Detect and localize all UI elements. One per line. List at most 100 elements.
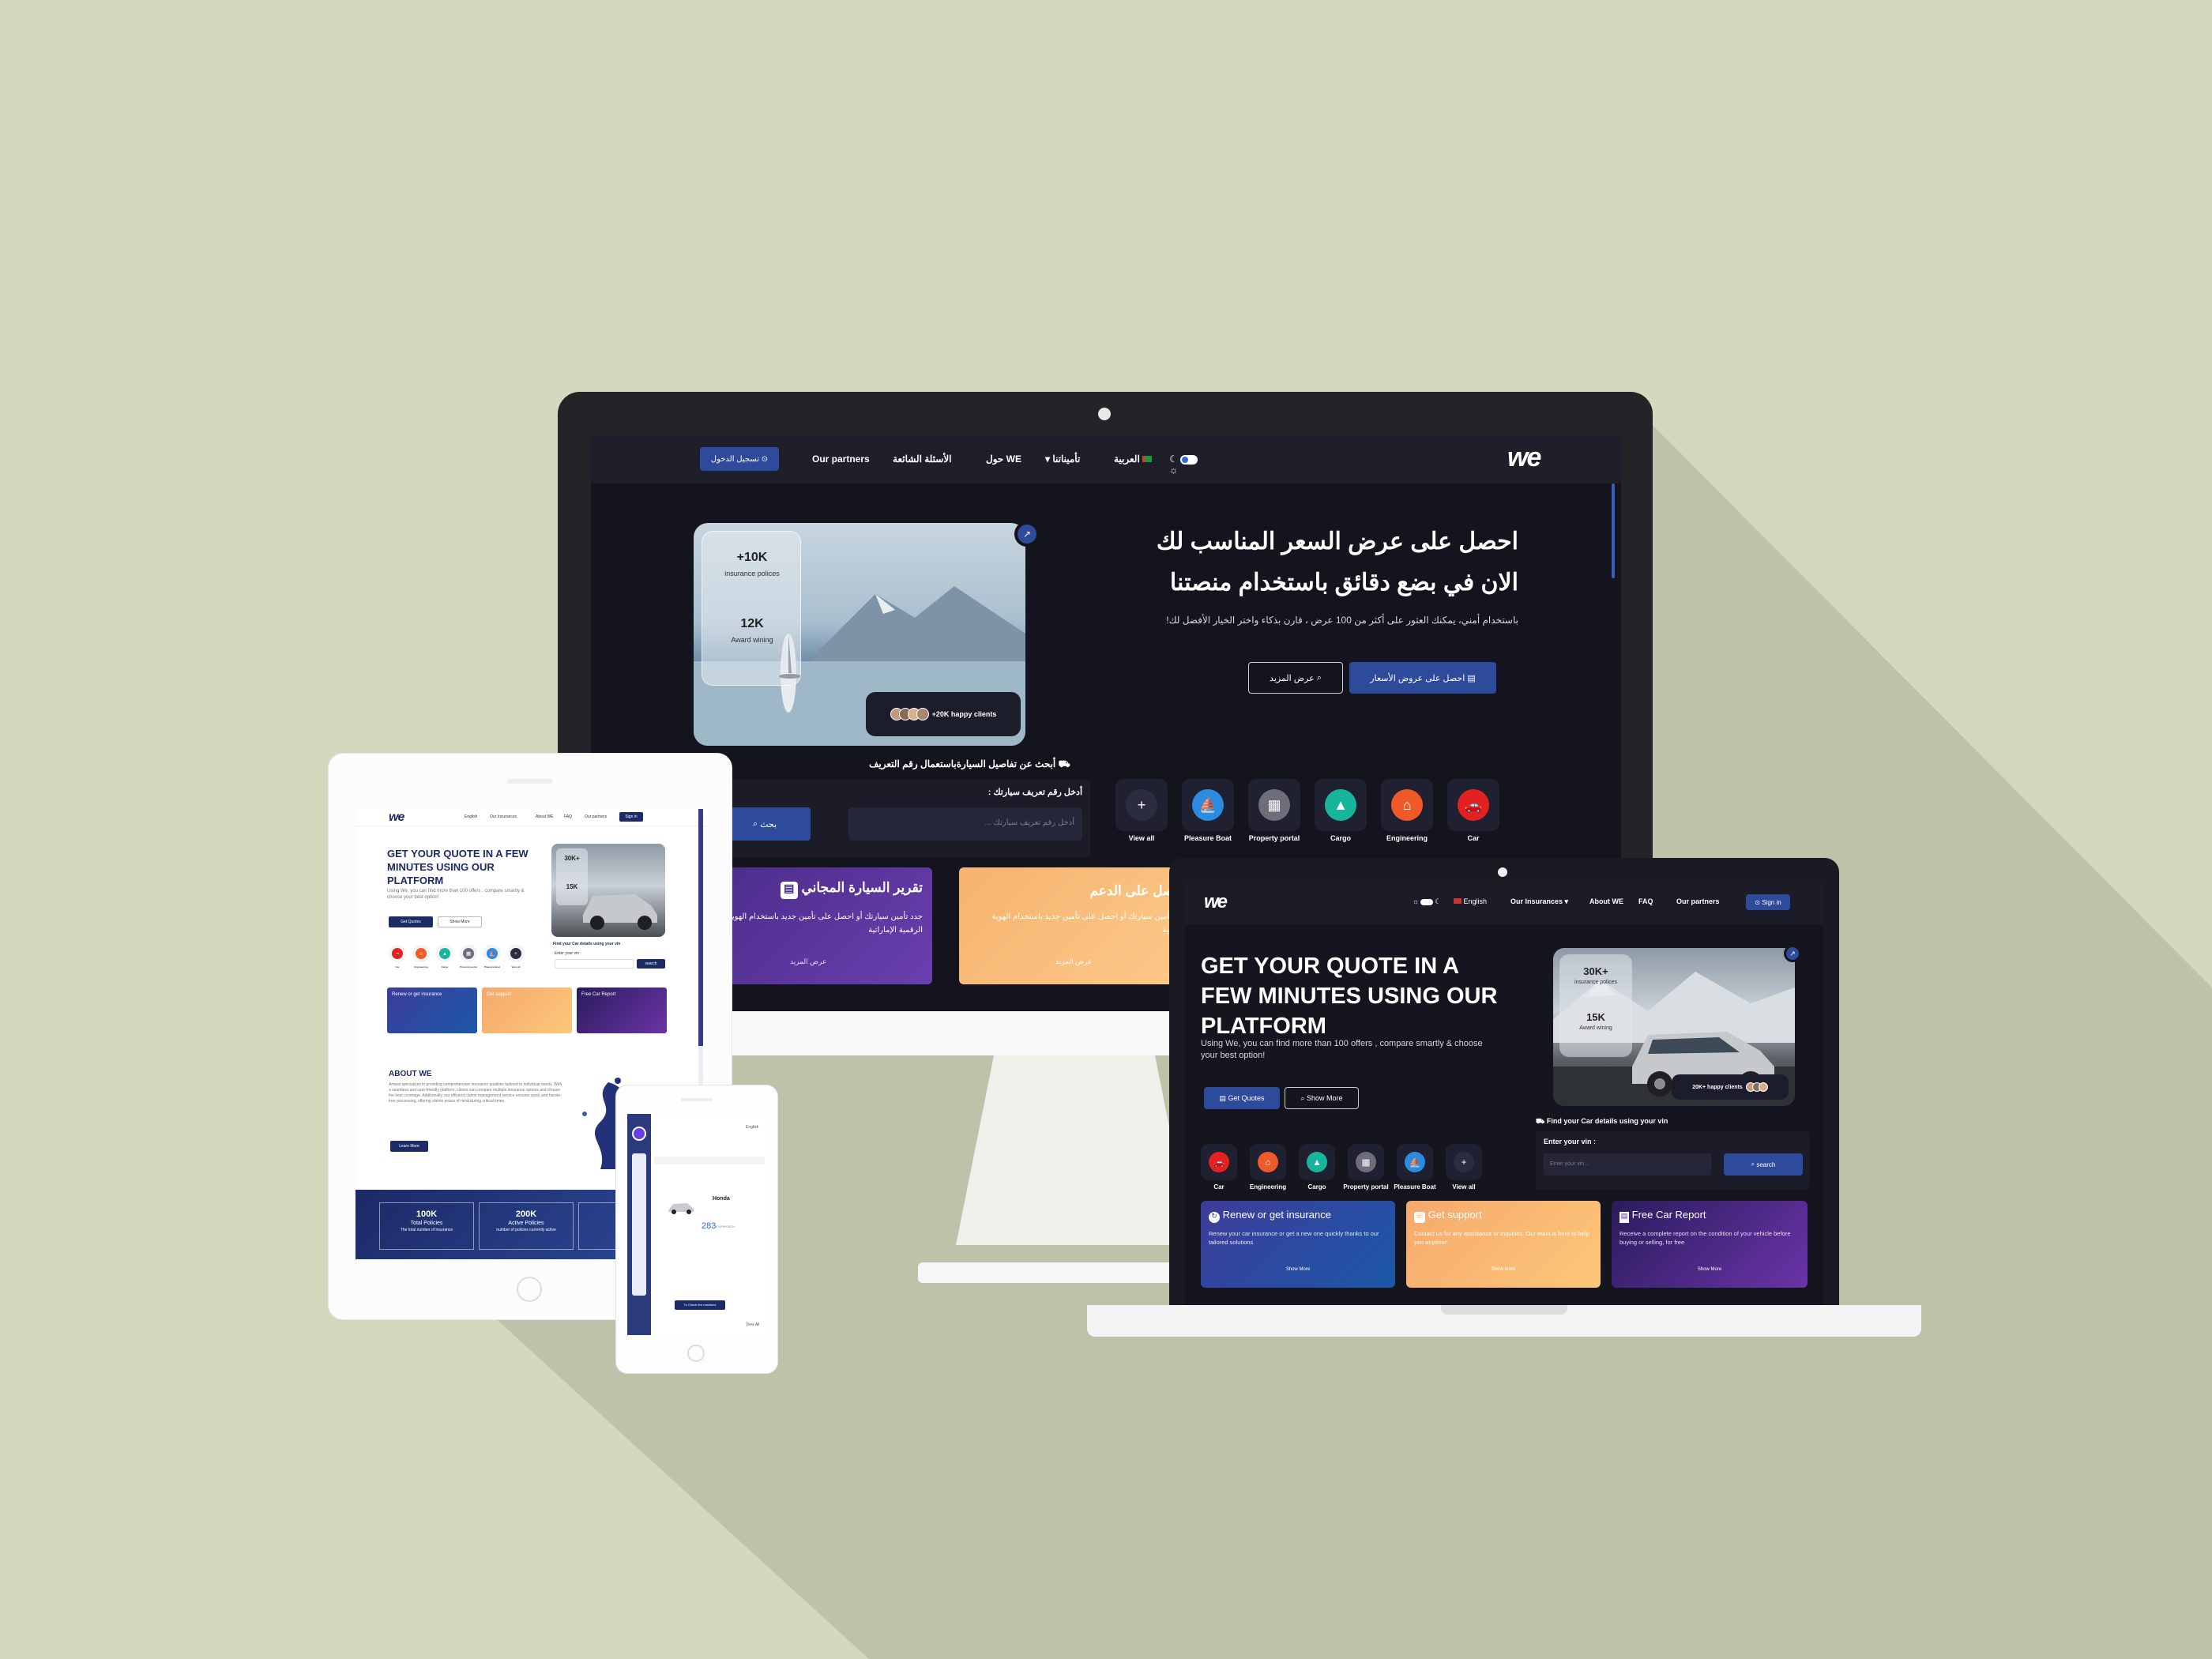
card-body: Receive a complete report on the conditi… [1620,1230,1791,1246]
category-tile[interactable]: ⌂ [1381,779,1433,831]
category-tile[interactable]: ⛵ [483,945,501,962]
check-reactions-button[interactable]: To Check the reactions [675,1300,725,1310]
category-tile[interactable]: ▦ [1348,1144,1384,1180]
vin-heading: ⛟ أبحث عن تفاصيل السيارةباستعمال رقم الت… [869,758,1070,771]
card-link[interactable]: Show More [1201,1267,1395,1272]
nav-link-insurances[interactable]: Our Insurances [490,814,517,819]
vin-input[interactable]: Enter your vin... [1544,1153,1711,1176]
vin-label: Enter your vin : [555,951,581,956]
happy-clients-badge: +20K happy clients [866,692,1021,736]
category-tile[interactable]: ▲ [1299,1144,1335,1180]
category-tile[interactable]: 🚗 [1447,779,1499,831]
vin-input[interactable] [555,959,634,969]
arrow-link-icon[interactable]: ↗ [1784,945,1801,962]
show-more-button[interactable]: عرض المزيد ⌕ [1248,662,1343,694]
laptop: we ☼ ☾ English Our Insurances ▾ About WE … [1169,858,1839,1310]
nav-link-about[interactable]: حول WE [986,453,1021,465]
language-selector[interactable]: English [465,814,477,819]
card-title: Renew or get insurance [392,992,442,997]
category-tile[interactable]: + [507,945,525,962]
category-tile[interactable]: + [1446,1144,1482,1180]
card-link[interactable]: عرض المزيد [790,957,826,966]
logo[interactable]: we [1204,891,1228,913]
nav-link-about[interactable]: About WE [1589,897,1623,905]
category-tile[interactable]: ▦ [460,945,477,962]
category-tile[interactable]: 🚗 [1201,1144,1237,1180]
card-title-label: Renew or get insurance [1222,1209,1331,1221]
logo[interactable]: we [1507,442,1541,473]
card-free-report[interactable]: Free Car Report [577,988,667,1033]
category-tile[interactable]: ⌂ [1250,1144,1286,1180]
theme-toggle[interactable]: ☼ ☾ [1413,897,1441,906]
home-button[interactable] [687,1345,705,1362]
avatar[interactable] [632,1127,646,1141]
category-label: View all [511,965,521,969]
language-selector[interactable]: English [746,1125,758,1130]
card-renew[interactable]: Renew or get insurance [387,988,477,1033]
get-quotes-button[interactable]: احصل على عروض الأسعار ▤ [1349,662,1496,694]
category-tile[interactable]: ⛵ [1182,779,1234,831]
language-label: English [1463,897,1488,905]
category-tile[interactable]: ▲ [1315,779,1367,831]
nav-link-partners[interactable]: Our partners [812,453,870,465]
category-icon: ▦ [1356,1152,1376,1172]
scrollbar[interactable] [1612,483,1615,578]
laptop-notch [1441,1305,1567,1315]
language-selector[interactable]: العربية [1114,453,1153,465]
nav-link-faq[interactable]: الأسئلة الشائعة [893,453,952,465]
learn-more-button[interactable]: Learn More [390,1141,428,1152]
card-link[interactable]: عرض المزيد [1055,957,1092,966]
vin-panel: Enter your vin : Enter your vin... ⌕ sea… [1536,1131,1809,1190]
vin-search-button[interactable]: ⌕ بحث [719,807,811,841]
card-link[interactable]: Show More [1612,1267,1808,1272]
language-selector[interactable]: English [1454,897,1487,905]
hero-image-card: +10K insurance polices 12K Award wining … [694,523,1025,746]
card-title: تقرير السيارة المجاني ▤ [780,880,923,899]
view-all-link[interactable]: View All [746,1322,759,1327]
nav-link-about[interactable]: About WE [536,814,554,819]
hero-title-line2: الان في بضع دقائق باستخدام منصتنا [1169,570,1518,596]
user-icon: ⊙ [1755,898,1760,906]
category-tile[interactable]: + [1115,779,1168,831]
category-tile[interactable]: 🚗 [389,945,406,962]
category-tile[interactable]: ⛵ [1397,1144,1433,1180]
home-button[interactable] [517,1277,542,1302]
category-tile[interactable]: ⌂ [412,945,430,962]
signin-button[interactable]: Sign in [619,812,643,822]
nav-link-insurances[interactable]: ▾ تأميناتنا [1045,453,1080,465]
card-free-report[interactable]: تقرير السيارة المجاني ▤ جدد تأمين سيارتك… [703,867,932,984]
nav-link-faq[interactable]: FAQ [564,814,572,819]
card-renew[interactable]: ↻ Renew or get insurance Renew your car … [1201,1201,1395,1288]
language-label: العربية [1114,453,1140,465]
card-support[interactable]: Get support [482,988,572,1033]
nav-link-faq[interactable]: FAQ [1638,897,1653,905]
nav-link-partners[interactable]: Our partners [585,814,607,819]
vin-search-button[interactable]: ⌕ search [1724,1153,1803,1176]
vin-search-button[interactable]: search [637,959,665,969]
scrollbar-thumb[interactable] [698,809,703,1046]
signin-button[interactable]: ⊙ Sign in [1746,894,1790,910]
card-title-label: Free Car Report [1631,1209,1706,1221]
show-more-button[interactable]: Show More [438,916,482,927]
card-link[interactable]: Show More [1406,1267,1601,1272]
category-tile[interactable]: ▦ [1248,779,1300,831]
show-more-button[interactable]: ⌕ Show More [1285,1087,1359,1109]
card-body: جدد تأمين سيارتك أو احصل على تأمين جديد … [728,912,923,935]
card-support[interactable]: ☏ Get support Contact us for any assista… [1406,1201,1601,1288]
card-free-report[interactable]: ▤ Free Car Report Receive a complete rep… [1612,1201,1808,1288]
signin-button[interactable]: تسجيل الدخول ⊙ [700,447,779,471]
get-quotes-button[interactable]: Get Quotes [389,916,433,927]
table-header [654,1157,765,1164]
card-support[interactable]: احصل على الدعم جدد تأمين سيارتك أو احصل … [959,867,1196,984]
nav-link-insurances[interactable]: Our Insurances ▾ [1510,897,1568,906]
nav-insurances-label: Our Insurances [1510,897,1563,905]
vin-input[interactable]: أدخل رقم تعريف سيارتك ... [848,807,1082,841]
category-icon: ⛵ [487,948,498,959]
arrow-link-icon[interactable]: ↗ [1014,521,1040,547]
card-title: ↻ Renew or get insurance [1209,1209,1331,1223]
category-tile[interactable]: ▲ [436,945,453,962]
get-quotes-button[interactable]: ▤ Get Quotes [1204,1087,1280,1109]
logo[interactable]: we [389,811,404,825]
nav-link-partners[interactable]: Our partners [1676,897,1720,905]
theme-toggle[interactable]: ☾ ☼ [1169,453,1207,476]
